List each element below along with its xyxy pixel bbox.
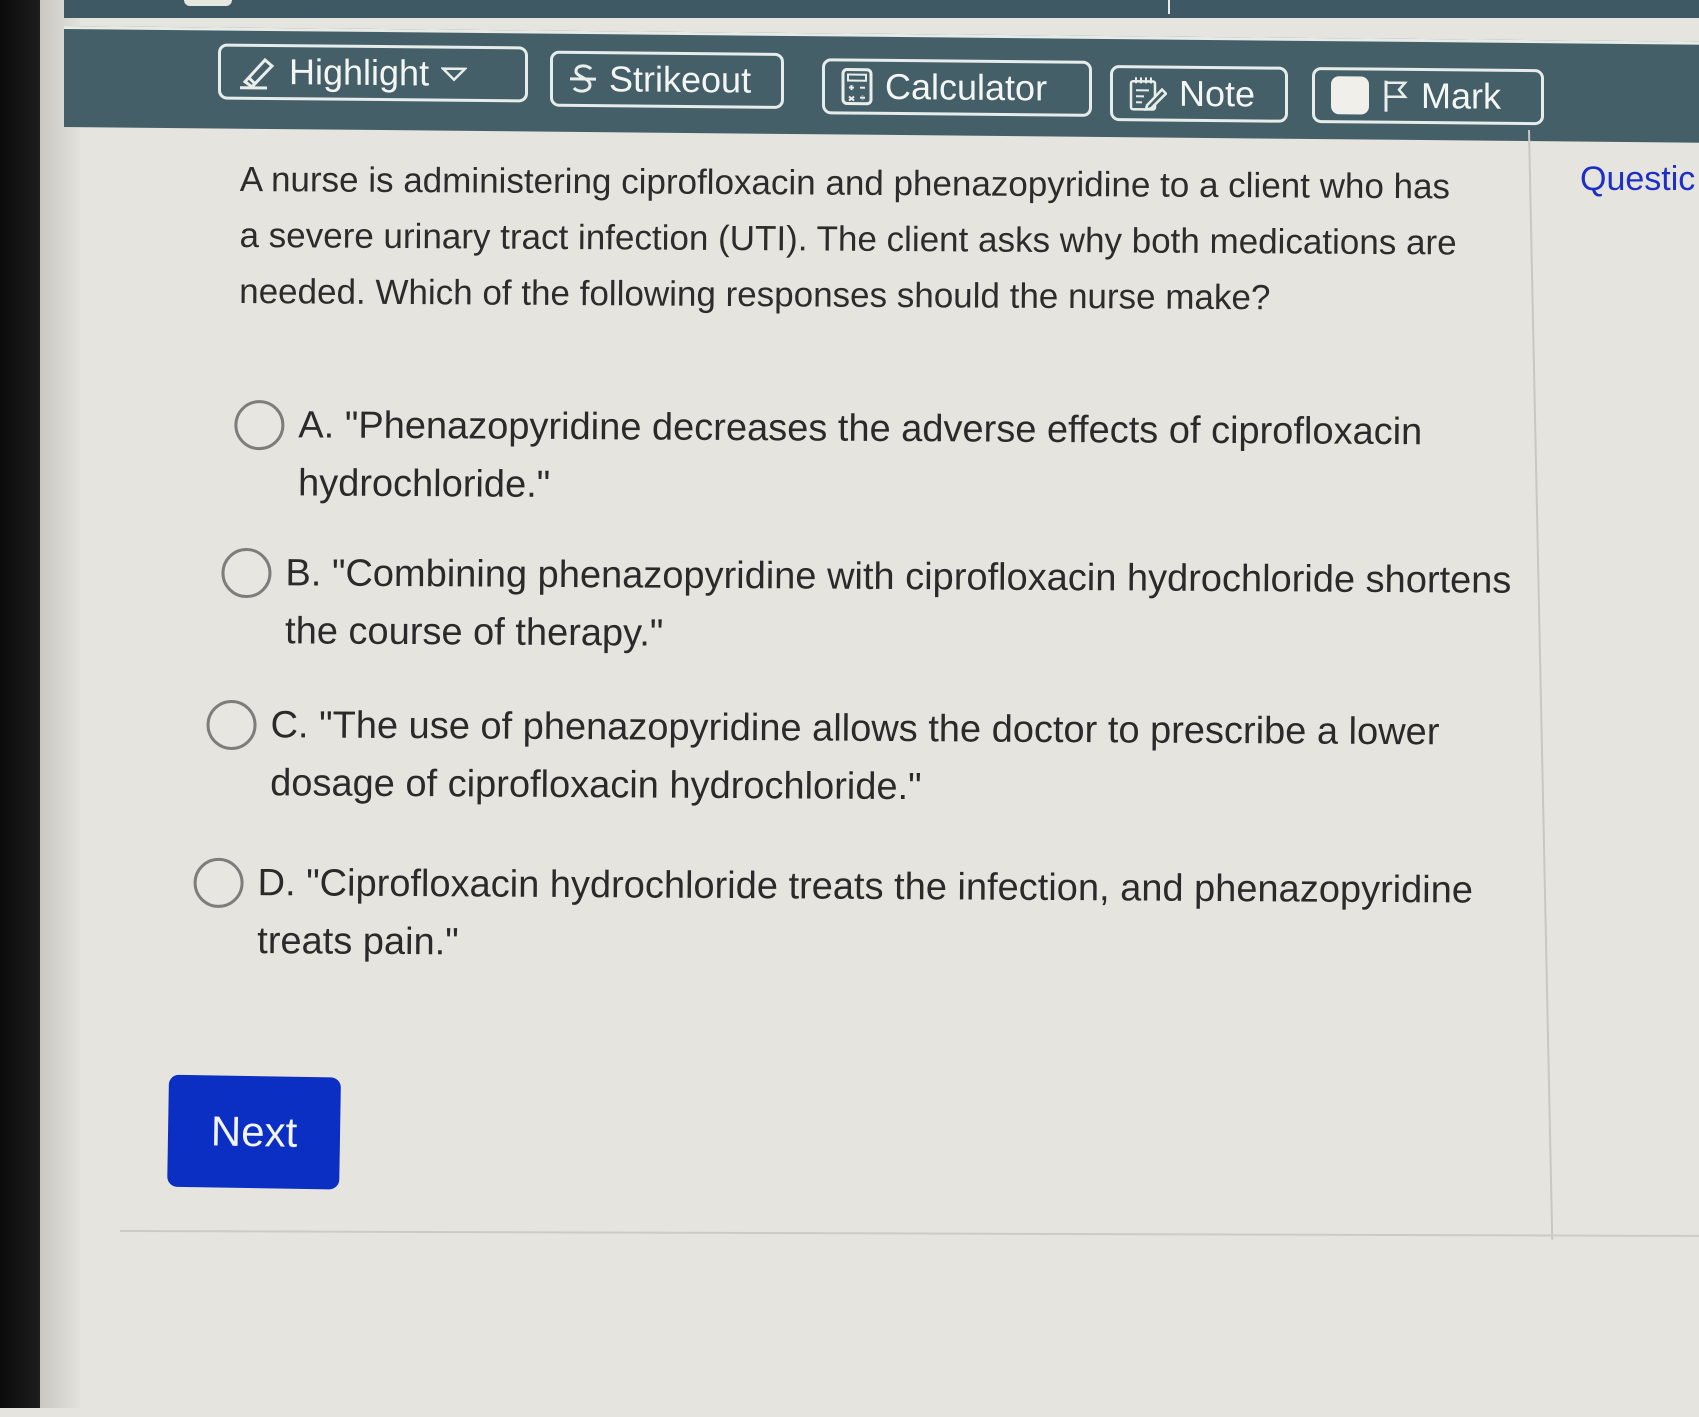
answer-option-b[interactable]: B. "Combining phenazopyridine with cipro… (221, 547, 1556, 668)
radio-button[interactable] (221, 547, 272, 599)
radio-button[interactable] (234, 399, 285, 451)
option-text: C. "The use of phenazopyridine allows th… (270, 704, 1440, 809)
next-button[interactable]: Next (167, 1074, 341, 1190)
question-area: A nurse is administering ciprofloxacin a… (0, 0, 1699, 1417)
question-stem: A nurse is administering ciprofloxacin a… (239, 160, 1457, 318)
radio-button[interactable] (206, 699, 257, 751)
answer-option-c[interactable]: C. "The use of phenazopyridine allows th… (206, 699, 1541, 820)
option-text: D. "Ciprofloxacin hydrochloride treats t… (257, 862, 1474, 964)
answer-option-a[interactable]: A. "Phenazopyridine decreases the advers… (234, 399, 1569, 520)
option-text: A. "Phenazopyridine decreases the advers… (297, 404, 1423, 506)
option-text: B. "Combining phenazopyridine with cipro… (284, 552, 1512, 655)
answer-option-d[interactable]: D. "Ciprofloxacin hydrochloride treats t… (193, 857, 1528, 978)
radio-button[interactable] (193, 857, 244, 909)
